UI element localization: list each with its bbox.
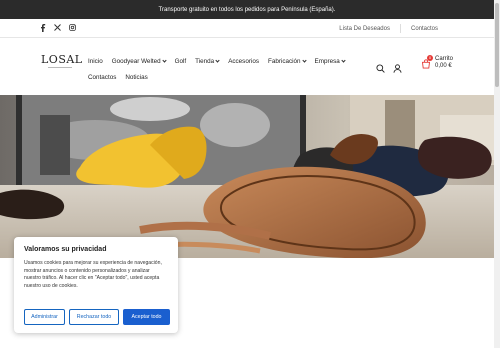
nav-label: Contactos — [88, 73, 117, 81]
cart-label: Carrito — [435, 56, 454, 62]
cart-button[interactable]: 0 Carrito 0,00 € — [421, 55, 454, 74]
page-scrollbar[interactable] — [494, 0, 500, 348]
nav-item-empresa[interactable]: Empresa — [314, 57, 346, 65]
nav-item-inicio[interactable]: Inicio — [88, 58, 103, 65]
nav-item-goodyear-welted[interactable]: Goodyear Welted — [111, 57, 167, 65]
facebook-icon[interactable] — [40, 23, 46, 34]
hero-banner — [0, 95, 494, 258]
nav-item-tienda[interactable]: Tienda — [195, 57, 220, 65]
nav-label: Noticias — [125, 73, 148, 81]
reject-all-button[interactable]: Rechazar todo — [69, 309, 119, 325]
announcement-bar: Transporte gratuito en todos los pedidos… — [0, 0, 494, 19]
chevron-down-icon — [161, 57, 167, 63]
cookie-body: Usamos cookies para mejorar su experienc… — [24, 260, 162, 290]
x-icon[interactable] — [54, 24, 61, 33]
nav-label: Inicio — [88, 57, 103, 65]
accept-all-button[interactable]: Aceptar todo — [123, 309, 170, 325]
nav-item-golf[interactable]: Golf — [175, 58, 187, 65]
cookie-actions: Administrar Rechazar todo Aceptar todo — [24, 309, 170, 325]
utility-links: Lista De Deseados Contactos — [339, 19, 438, 38]
search-icon[interactable] — [376, 60, 385, 78]
page: Transporte gratuito en todos los pedidos… — [0, 0, 500, 348]
nav-label: Empresa — [314, 57, 340, 65]
cookie-consent-dialog: Valoramos su privacidad Usamos cookies p… — [14, 237, 178, 333]
chevron-down-icon — [341, 57, 346, 63]
instagram-icon[interactable] — [69, 24, 76, 33]
cart-count-badge: 0 — [427, 55, 433, 61]
nav-item-contactos[interactable]: Contactos — [88, 74, 116, 81]
logo-tagline — [41, 66, 79, 70]
manage-cookies-button[interactable]: Administrar — [24, 309, 65, 325]
nav-label: Goodyear Welted — [111, 57, 161, 65]
user-account-icon[interactable] — [393, 60, 402, 78]
scrollbar-thumb[interactable] — [495, 3, 499, 87]
utility-bar: Lista De Deseados Contactos — [0, 19, 494, 38]
header-icons — [376, 60, 402, 78]
nav-label: Golf — [174, 57, 187, 65]
nav-label: Fabricación — [267, 57, 301, 65]
social-links — [40, 19, 76, 38]
site-header: LOSAL Inicio Goodyear Welted Golf Tienda… — [0, 38, 494, 95]
wishlist-link[interactable]: Lista De Deseados — [339, 26, 390, 32]
nav-item-noticias[interactable]: Noticias — [125, 74, 147, 81]
logo-wordmark: LOSAL — [41, 53, 83, 66]
cart-total: 0,00 € — [435, 63, 452, 69]
main-navigation: Inicio Goodyear Welted Golf Tienda Acces… — [88, 56, 373, 88]
chevron-down-icon — [301, 57, 307, 63]
site-logo[interactable]: LOSAL — [41, 53, 83, 72]
contact-link[interactable]: Contactos — [411, 26, 438, 32]
announcement-text: Transporte gratuito en todos los pedidos… — [158, 6, 336, 13]
hero-image-shoe-workshop — [0, 95, 494, 258]
nav-item-accesorios[interactable]: Accesorios — [228, 58, 259, 65]
chevron-down-icon — [215, 57, 220, 63]
nav-item-fabricacion[interactable]: Fabricación — [267, 57, 307, 65]
cookie-title: Valoramos su privacidad — [24, 246, 107, 253]
nav-label: Accesorios — [228, 57, 259, 65]
divider — [399, 24, 401, 33]
nav-label: Tienda — [195, 57, 215, 65]
